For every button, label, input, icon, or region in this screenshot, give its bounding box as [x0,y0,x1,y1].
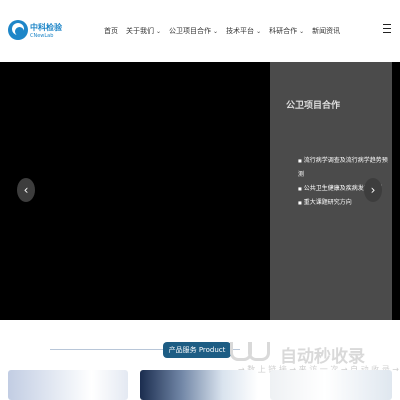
hamburger-icon[interactable] [383,24,391,34]
chevron-down-icon: ⌄ [156,27,162,35]
logo-text: 中科检验 [30,23,62,32]
main-navigation: 首页 关于我们 ⌄ 公卫项目合作 ⌄ 技术平台 ⌄ 科研合作 ⌄ 新闻资讯 [104,26,348,36]
logo-icon [8,20,28,40]
logo-subtext: CNewLab [30,33,54,39]
product-thumbnail[interactable] [270,370,392,400]
site-header: 中科检验 CNewLab 首页 关于我们 ⌄ 公卫项目合作 ⌄ 技术平台 ⌄ 科研合作… [0,0,400,62]
nav-home-label: 首页 [104,27,118,35]
nav-tech-platform-label: 技术平台 [226,27,255,35]
chevron-down-icon: ⌄ [213,27,219,35]
next-slide-button[interactable]: › [364,178,382,202]
chevron-down-icon: ⌄ [256,27,262,35]
nav-news[interactable]: 新闻资讯 [312,26,340,36]
chevron-down-icon: ⌄ [299,27,305,35]
product-thumbnail[interactable] [8,370,128,400]
nav-public-health[interactable]: 公卫项目合作 ⌄ [169,26,218,36]
panel-title: 公卫项目合作 [286,101,341,111]
chevron-right-icon: › [370,183,376,197]
nav-news-label: 新闻资讯 [312,27,341,35]
section-title: 产品服务 Product [163,342,231,358]
nav-public-health-label: 公卫项目合作 [169,27,212,35]
nav-research-label: 科研合作 [269,27,298,35]
nav-about-label: 关于我们 [126,27,154,35]
nav-home[interactable]: 首页 [104,26,118,36]
nav-research[interactable]: 科研合作 ⌄ [269,26,304,36]
nav-about[interactable]: 关于我们 ⌄ [126,26,161,36]
nav-tech-platform[interactable]: 技术平台 ⌄ [226,26,261,36]
panel-list-item: 流行病学调查及流行病学趋势预测 [298,154,392,182]
product-thumbnails [8,370,392,400]
watermark-icon [230,342,270,362]
previous-slide-button[interactable]: ‹ [17,178,35,202]
site-logo[interactable]: 中科检验 CNewLab [8,20,62,44]
product-thumbnail[interactable] [140,370,258,400]
chevron-left-icon: ‹ [23,183,29,197]
